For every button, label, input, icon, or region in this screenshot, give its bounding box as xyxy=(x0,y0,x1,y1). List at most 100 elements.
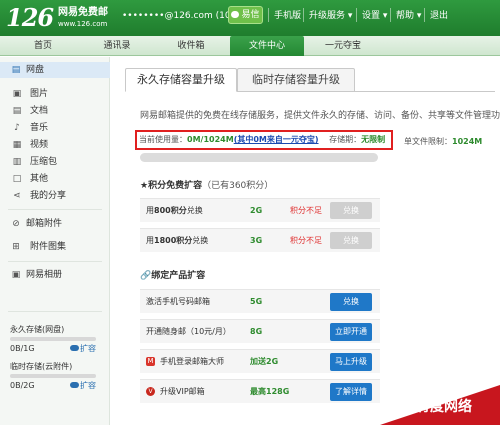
bind-row-size: 5G xyxy=(250,297,263,306)
usage-label: 当前使用量： xyxy=(139,135,187,144)
settings-menu[interactable]: 设置 ▾ xyxy=(362,10,387,22)
points-row-status: 积分不足 xyxy=(290,236,322,245)
tab-file-center[interactable]: 文件中心 xyxy=(230,36,304,56)
validity-label: 存储期： xyxy=(329,135,362,144)
quota-permanent-title: 永久存储(网盘) xyxy=(10,325,65,334)
bind-row-label: 手机登录邮箱大师 xyxy=(160,357,224,366)
sidebar-item-my-shares[interactable]: ⋖ 我的分享 xyxy=(0,188,110,204)
divider xyxy=(8,209,102,210)
document-icon: ▤ xyxy=(12,106,22,116)
redeem-button[interactable]: 兑换 xyxy=(330,293,372,311)
sidebar-item-cloud-disk[interactable]: ▤ 网盘 xyxy=(0,62,110,78)
divider xyxy=(268,8,269,22)
quota-temp-title: 临时存储(云附件) xyxy=(10,362,73,371)
video-icon: ▦ xyxy=(12,140,22,150)
points-balance-note: （已有360积分） xyxy=(202,181,274,191)
yixin-button[interactable]: 易信 xyxy=(228,6,263,24)
music-icon: ♪ xyxy=(14,123,20,133)
points-row-label: 用1800积分兑换 xyxy=(146,236,209,245)
bind-row: 激活手机号码邮箱 5G 兑换 xyxy=(140,289,380,313)
logout-link[interactable]: 退出 xyxy=(430,10,448,22)
cloud-icon xyxy=(70,382,79,388)
upgrade-tabs: 永久存储容量升级 临时存储容量升级 xyxy=(125,68,495,92)
points-row-size: 3G xyxy=(250,236,263,245)
upgrade-now-button[interactable]: 马上升级 xyxy=(330,353,372,371)
quota-permanent-expand-link[interactable]: 扩容 xyxy=(70,344,96,354)
upgrade-services-menu[interactable]: 升级服务 ▾ xyxy=(309,10,352,22)
divider xyxy=(303,8,304,22)
tab-home[interactable]: 首页 xyxy=(8,36,78,56)
sidebar-item-archives[interactable]: ▥ 压缩包 xyxy=(0,154,110,170)
quota-permanent-value: 0B/1G xyxy=(10,344,35,353)
top-bar: 126 网易免费邮 www.126.com ••••••••@126.com (… xyxy=(0,0,500,36)
tab-temporary-storage-upgrade[interactable]: 临时存储容量升级 xyxy=(237,68,355,92)
watermark-text: 有度网络 xyxy=(416,399,472,415)
tab-one-yuan-treasure[interactable]: 一元夺宝 xyxy=(308,36,378,56)
points-row-status: 积分不足 xyxy=(290,206,322,215)
link-icon: 🔗 xyxy=(140,271,152,281)
divider xyxy=(424,8,425,22)
bind-row-label: 升级VIP邮箱 xyxy=(160,387,205,396)
sidebar-item-video[interactable]: ▦ 视频 xyxy=(0,137,110,153)
album-grid-icon: ⊞ xyxy=(12,242,20,252)
tab-permanent-storage-upgrade[interactable]: 永久存储容量升级 xyxy=(125,68,237,92)
vip-badge-icon: V xyxy=(146,387,155,396)
paperclip-icon: ⊘ xyxy=(12,219,20,229)
quota-permanent-bar xyxy=(10,337,96,341)
validity-value: 无限制 xyxy=(361,135,386,144)
sidebar-item-attachment-album[interactable]: ⊞ 附件图集 xyxy=(0,239,110,255)
other-file-icon: □ xyxy=(12,174,22,184)
user-account: ••••••••@126.com (10) xyxy=(122,11,235,21)
chat-bubble-icon xyxy=(231,11,240,18)
points-row: 用800积分兑换 2G 积分不足 兑换 xyxy=(140,198,380,222)
logo-url: www.126.com xyxy=(58,20,108,28)
bind-row-size: 8G xyxy=(250,327,263,336)
yixin-label: 易信 xyxy=(241,10,260,20)
usage-source-link[interactable]: (其中0M来自一元夺宝) xyxy=(234,135,319,144)
open-now-button[interactable]: 立即开通 xyxy=(330,323,372,341)
logo-126[interactable]: 126 xyxy=(6,4,54,32)
watermark: 有度网络 xyxy=(380,385,500,425)
cloud-disk-icon: ▤ xyxy=(11,65,21,75)
logo-name: 网易免费邮 xyxy=(58,7,108,18)
bind-row-size: 最高128G xyxy=(250,387,290,396)
usage-progress-bar xyxy=(140,153,378,162)
sidebar-item-images[interactable]: ▣ 图片 xyxy=(0,86,110,102)
usage-value: 0M/1024M xyxy=(187,135,234,144)
learn-more-button[interactable]: 了解详情 xyxy=(330,383,372,401)
help-menu[interactable]: 帮助 ▾ xyxy=(396,10,421,22)
mobile-version-link[interactable]: 手机版 xyxy=(274,10,301,22)
single-file-limit: 单文件限制：1024M xyxy=(404,137,483,146)
cloud-icon xyxy=(70,345,79,351)
bind-section-title: 🔗绑定产品扩容 xyxy=(140,271,206,281)
bind-row: V 升级VIP邮箱 最高128G 了解详情 xyxy=(140,379,380,403)
tab-contacts[interactable]: 通讯录 xyxy=(82,36,152,56)
redeem-button-disabled[interactable]: 兑换 xyxy=(330,202,372,219)
divider xyxy=(8,261,102,262)
main-nav: 首页 通讯录 收件箱 文件中心 一元夺宝 xyxy=(0,36,500,56)
redeem-button-disabled[interactable]: 兑换 xyxy=(330,232,372,249)
divider xyxy=(356,8,357,22)
quota-temp-value: 0B/2G xyxy=(10,381,35,390)
divider xyxy=(390,8,391,22)
single-file-limit-value: 1024M xyxy=(452,137,483,146)
sidebar-item-netease-album[interactable]: ▣ 网易相册 xyxy=(0,267,110,283)
quota-temp-bar xyxy=(10,374,96,378)
sidebar-item-other[interactable]: □ 其他 xyxy=(0,171,110,187)
service-description: 网易邮箱提供的免费在线存储服务，提供文件永久的存储、访问、备份、共享等文件管理功… xyxy=(140,111,500,121)
bind-row-label: 开通随身邮（10元/月） xyxy=(146,327,231,336)
mail-master-icon: M xyxy=(146,357,155,366)
divider xyxy=(8,311,102,312)
bind-row-size: 加送2G xyxy=(250,357,279,366)
quota-temp-expand-link[interactable]: 扩容 xyxy=(70,381,96,391)
points-row-label: 用800积分兑换 xyxy=(146,206,203,215)
user-account-dropdown[interactable]: ••••••••@126.com (10) ▾ xyxy=(122,10,241,22)
points-row-size: 2G xyxy=(250,206,263,215)
sidebar-item-documents[interactable]: ▤ 文档 xyxy=(0,103,110,119)
sidebar-item-mail-attachments[interactable]: ⊘ 邮箱附件 xyxy=(0,216,110,232)
bind-row-label: 激活手机号码邮箱 xyxy=(146,297,210,306)
sidebar-item-music[interactable]: ♪ 音乐 xyxy=(0,120,110,136)
share-icon: ⋖ xyxy=(13,191,21,201)
tab-inbox[interactable]: 收件箱 xyxy=(156,36,226,56)
sidebar: ▤ 网盘 ▣ 图片 ▤ 文档 ♪ 音乐 ▦ 视频 ▥ 压缩包 □ 其他 ⋖ 我的分享 ⊘ 邮箱附件… xyxy=(0,57,110,425)
